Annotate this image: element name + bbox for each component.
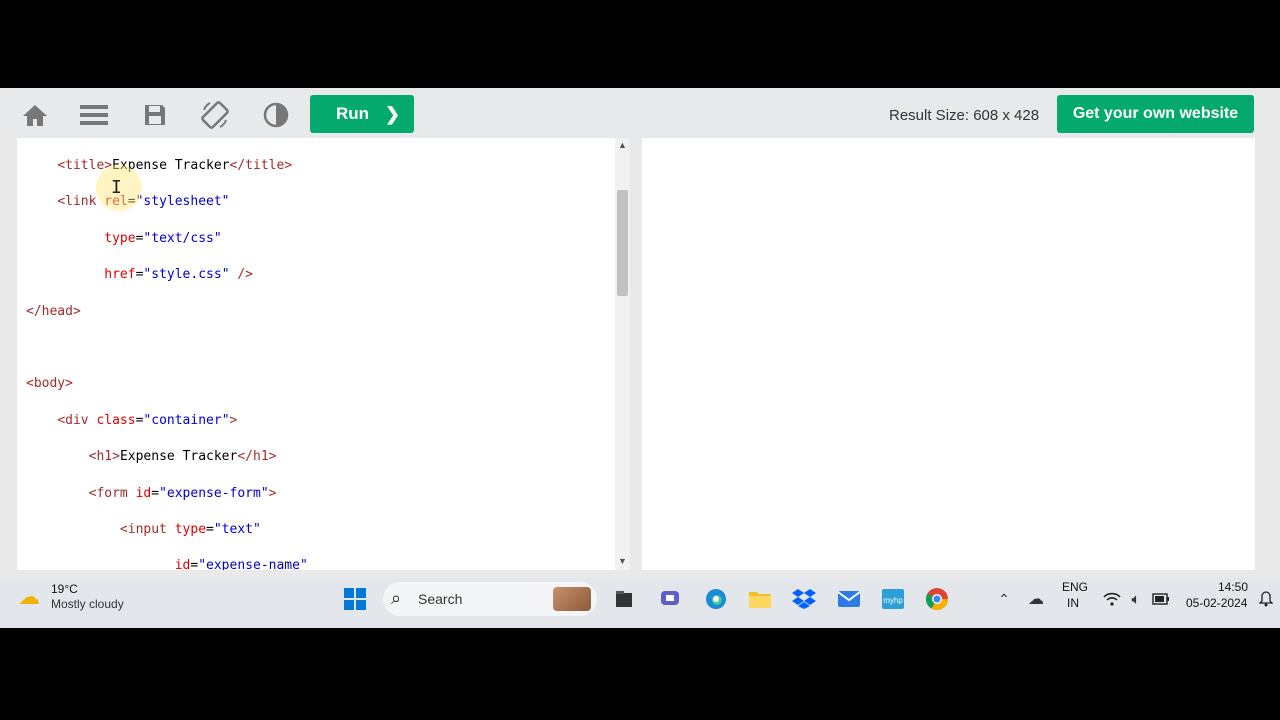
- weather-cloud-icon[interactable]: ☁: [18, 584, 40, 610]
- code-token-attr: type: [104, 230, 136, 246]
- file-explorer-dark-icon[interactable]: [610, 585, 638, 613]
- code-line[interactable]: type="text/css": [26, 230, 222, 246]
- code-token-attr: id: [174, 558, 191, 570]
- dropbox-icon[interactable]: [790, 585, 818, 613]
- contrast-icon[interactable]: [261, 100, 291, 130]
- code-token-tag: >: [229, 412, 238, 428]
- code-line[interactable]: </head>: [26, 304, 81, 319]
- chrome-icon[interactable]: [923, 585, 951, 613]
- code-token-val: "style.css": [143, 267, 230, 283]
- code-line[interactable]: <title>Expense Tracker</title>: [26, 158, 292, 173]
- run-label: Run: [336, 104, 370, 123]
- code-token-tag: </title>: [229, 158, 293, 173]
- code-token-tag: </h1>: [237, 449, 277, 465]
- code-token-attr: class: [96, 412, 136, 428]
- battery-icon[interactable]: [1147, 585, 1175, 613]
- code-line[interactable]: id="expense-name": [26, 558, 308, 570]
- clock-date[interactable]: 05-02-2024: [1186, 596, 1247, 610]
- windows-taskbar: ☁ 19°C Mostly cloudy ⌕ Search myhp ⌃ ☁ E…: [0, 578, 1280, 628]
- language-label[interactable]: ENG: [1062, 580, 1088, 594]
- search-label: Search: [418, 591, 463, 607]
- code-token-tag: >: [268, 485, 277, 501]
- result-size-label: Result Size: 608 x 428: [889, 107, 1040, 124]
- code-token-tag: <div: [57, 412, 97, 428]
- code-token-val: "container": [143, 412, 230, 428]
- save-icon[interactable]: [140, 100, 170, 130]
- svg-text:myhp: myhp: [883, 596, 903, 605]
- code-token-tag: <h1>: [88, 449, 120, 465]
- scroll-up-arrow-icon[interactable]: ▲: [618, 140, 627, 150]
- mail-icon[interactable]: [835, 585, 863, 613]
- windows-start-icon[interactable]: [341, 585, 369, 613]
- scroll-down-arrow-icon[interactable]: ▼: [618, 556, 627, 566]
- code-line[interactable]: <div class="container">: [26, 413, 237, 428]
- notification-bell-icon[interactable]: [1252, 585, 1280, 613]
- code-token-tag: />: [229, 267, 253, 283]
- code-token-tag: <input: [119, 522, 175, 537]
- code-token-val: "expense-name": [198, 558, 308, 570]
- rotate-icon[interactable]: [200, 100, 230, 130]
- code-token-text: =: [151, 485, 160, 501]
- search-icon: ⌕: [391, 588, 402, 608]
- scrollbar-thumb[interactable]: [617, 190, 628, 296]
- teams-icon[interactable]: [656, 585, 684, 613]
- code-line[interactable]: <h1>Expense Tracker</h1>: [26, 449, 277, 465]
- edge-browser-icon[interactable]: [702, 585, 730, 613]
- code-token-tag: <body>: [26, 376, 73, 392]
- volume-icon[interactable]: 🔈︎: [1122, 585, 1150, 613]
- code-token-val: "text": [213, 522, 261, 537]
- weather-temperature[interactable]: 19°C: [51, 582, 78, 596]
- code-token-val: "stylesheet": [135, 194, 230, 210]
- show-hidden-icons-chevron-up-icon[interactable]: ⌃: [990, 585, 1018, 613]
- code-token-tag: </head>: [26, 303, 81, 319]
- code-token-text: Expense Tracker: [119, 449, 238, 465]
- clock-time[interactable]: 14:50: [1218, 580, 1248, 594]
- taskbar-search[interactable]: ⌕ Search: [383, 582, 597, 616]
- weather-description[interactable]: Mostly cloudy: [51, 597, 124, 611]
- code-line[interactable]: <body>: [26, 376, 73, 391]
- browser-viewport: Run ❯ Result Size: 608 x 428 Get your ow…: [0, 88, 1280, 628]
- region-label[interactable]: IN: [1067, 596, 1079, 610]
- search-highlight-image: [553, 587, 591, 611]
- code-token-attr: href: [104, 267, 136, 283]
- code-line[interactable]: <form id="expense-form">: [26, 485, 277, 501]
- code-token-tag: <form: [88, 485, 136, 501]
- code-token-text: =: [206, 522, 214, 537]
- home-icon[interactable]: [20, 100, 50, 130]
- editor-toolbar: Run ❯ Result Size: 608 x 428 Get your ow…: [8, 88, 1266, 138]
- folder-icon[interactable]: [746, 585, 774, 613]
- text-cursor-icon: I: [111, 177, 122, 198]
- onedrive-icon[interactable]: ☁: [1022, 585, 1050, 613]
- chevron-right-icon: ❯: [385, 103, 401, 124]
- code-token-attr: type: [174, 522, 207, 537]
- result-pane: [642, 138, 1255, 570]
- code-token-val: "expense-form": [159, 485, 269, 501]
- code-token-val: "text/css": [143, 230, 222, 246]
- get-website-button[interactable]: Get your own website: [1057, 95, 1254, 133]
- run-button[interactable]: Run ❯: [310, 95, 414, 133]
- code-line[interactable]: href="style.css" />: [26, 267, 253, 282]
- code-line[interactable]: <input type="text": [26, 522, 261, 537]
- menu-icon[interactable]: [79, 100, 109, 130]
- hp-app-icon[interactable]: myhp: [879, 585, 907, 613]
- code-token-attr: id: [135, 485, 152, 501]
